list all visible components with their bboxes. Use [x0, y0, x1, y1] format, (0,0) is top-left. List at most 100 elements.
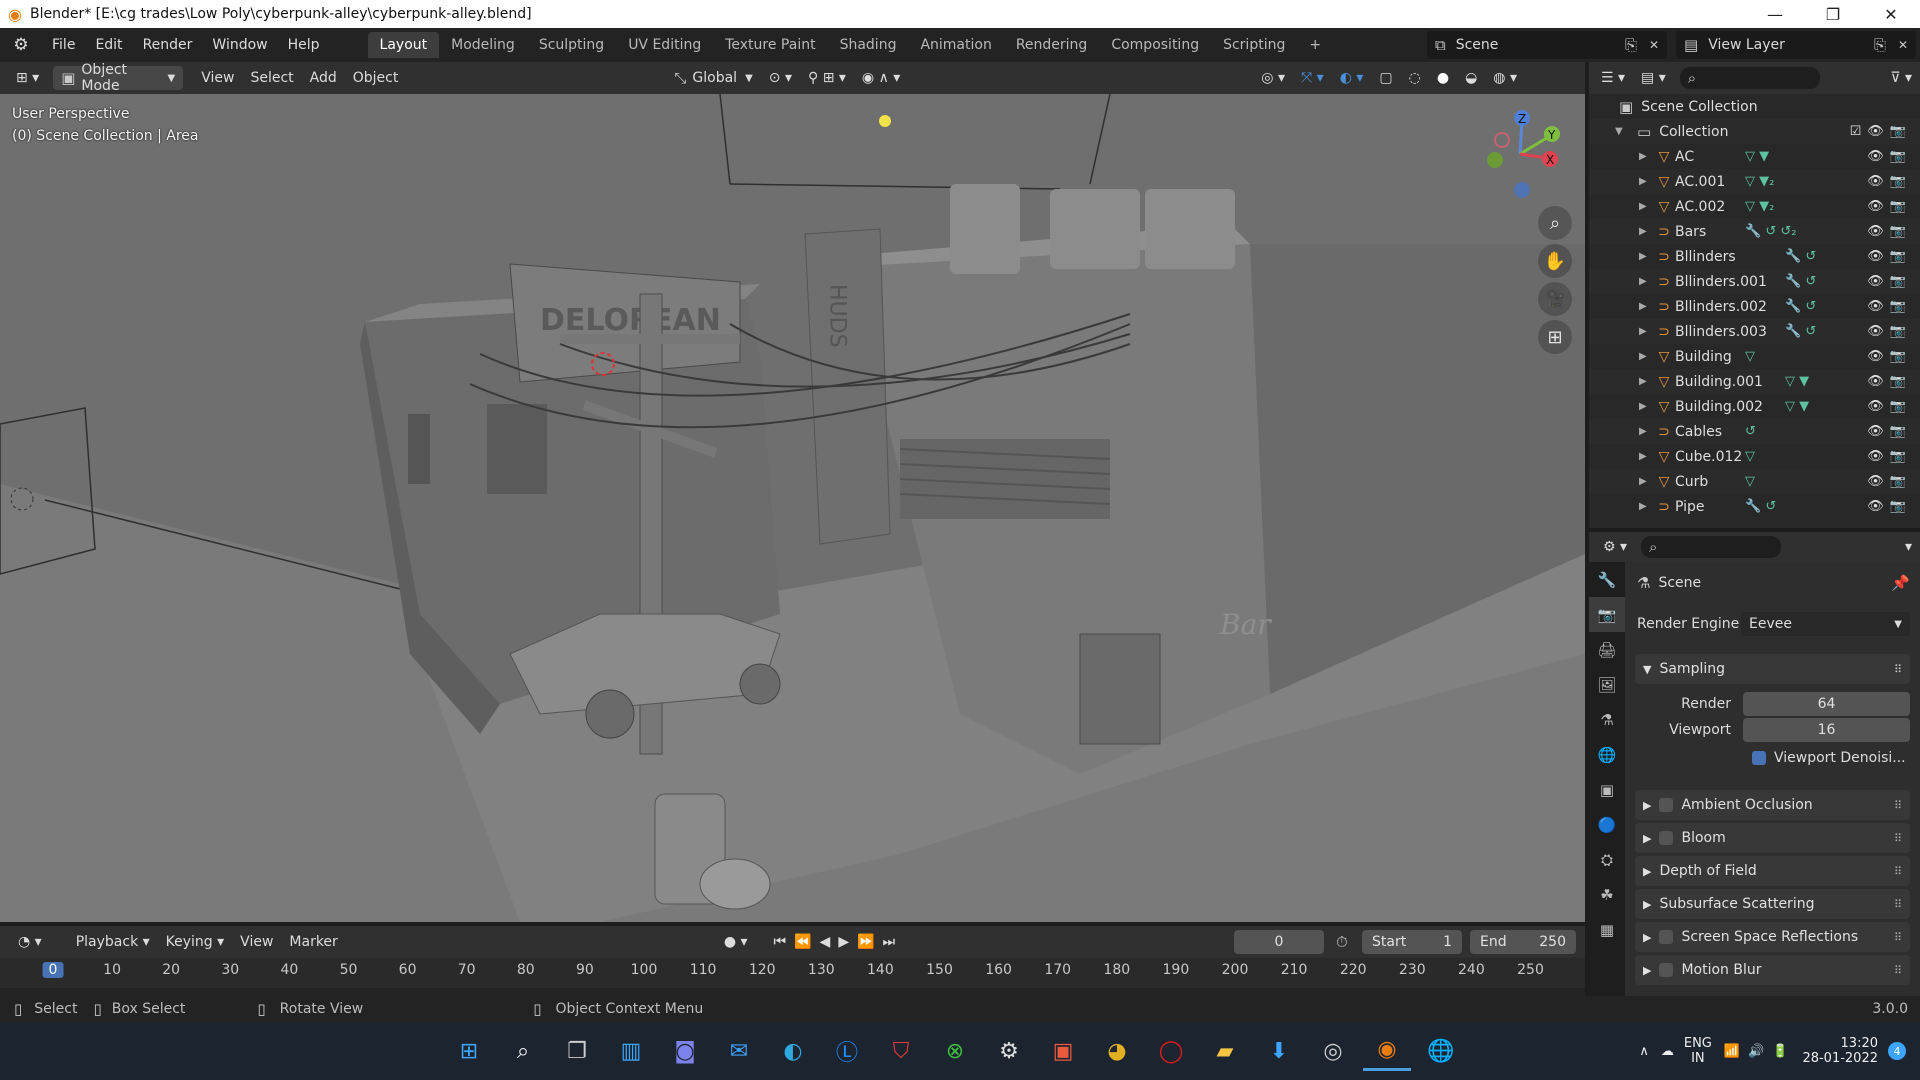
zoom-icon[interactable]: ⌕: [1538, 206, 1572, 240]
language-indicator[interactable]: ENG IN: [1684, 1036, 1712, 1066]
tab-animation[interactable]: Animation: [908, 32, 1003, 58]
tab-scripting[interactable]: Scripting: [1211, 32, 1297, 58]
tab-texture-paint[interactable]: Texture Paint: [713, 32, 827, 58]
viewport-denoise-checkbox[interactable]: [1752, 751, 1766, 765]
expand-icon[interactable]: ▶: [1639, 251, 1653, 262]
drag-handle-icon[interactable]: ⠿: [1894, 865, 1902, 878]
settings-icon[interactable]: ⚙: [985, 1031, 1033, 1071]
battery-icon[interactable]: 🔋: [1772, 1044, 1788, 1059]
tool-tab-icon[interactable]: 🔧: [1589, 562, 1625, 597]
pan-hand-icon[interactable]: ✋: [1538, 244, 1572, 278]
drag-handle-icon[interactable]: ⠿: [1894, 898, 1902, 911]
delete-view-layer-icon[interactable]: ✕: [1898, 38, 1908, 52]
outliner-item[interactable]: ▶ ⊃ Bllinders 🔧 ↺ 👁📷: [1589, 244, 1920, 269]
blender-menu-icon[interactable]: ⚙: [0, 35, 42, 55]
timeline-scrollbar[interactable]: [0, 988, 1585, 996]
clock[interactable]: 13:20 28-01-2022: [1802, 1036, 1878, 1066]
view-layer-selector[interactable]: ▤ View Layer ⎘ ✕: [1676, 31, 1916, 59]
downloader-icon[interactable]: ⬇: [1255, 1031, 1303, 1071]
solid-shading-icon[interactable]: ●: [1429, 66, 1457, 90]
render-engine-dropdown[interactable]: Eevee ▼: [1741, 612, 1910, 636]
pivot-point-icon[interactable]: ⊙ ▾: [761, 66, 800, 90]
object-tab-icon[interactable]: ▣: [1589, 772, 1625, 807]
playback-controls[interactable]: ⏮⏪◀▶⏩⏭: [766, 930, 912, 954]
scene-selector[interactable]: ⧉ Scene ⎘ ✕: [1427, 31, 1667, 59]
tab-sculpting[interactable]: Sculpting: [527, 32, 616, 58]
blender-taskbar-icon[interactable]: ◉: [1363, 1031, 1411, 1071]
outliner-item[interactable]: ▶ ▽ AC.001 ▽ ▼₂ 👁📷: [1589, 169, 1920, 194]
snap-icon[interactable]: ⚲ ⊞ ▾: [800, 66, 854, 90]
visibility-toggles[interactable]: 👁📷: [1867, 149, 1912, 164]
particles-tab-icon[interactable]: ⛭: [1589, 842, 1625, 877]
outliner[interactable]: ▣ Scene Collection ▼ ▭ Collection ☑👁📷 ▶ ▽…: [1589, 94, 1920, 528]
network-off-icon[interactable]: ☁: [1661, 1044, 1674, 1059]
property-panel-header[interactable]: ▶ Bloom ⠿: [1635, 823, 1910, 853]
drag-handle-icon[interactable]: ⠿: [1894, 931, 1902, 944]
sampling-panel-header[interactable]: ▼ Sampling ⠿: [1635, 654, 1910, 684]
modifier-tab-icon[interactable]: 🔵: [1589, 807, 1625, 842]
copy-view-layer-icon[interactable]: ⎘: [1874, 36, 1886, 54]
viewport-samples-field[interactable]: 16: [1743, 718, 1910, 742]
pin-icon[interactable]: 📌: [1891, 574, 1910, 592]
outliner-item[interactable]: ▶ ▽ AC.002 ▽ ▼₂ 👁📷: [1589, 194, 1920, 219]
outliner-item[interactable]: ▶ ▽ Curb ▽ 👁📷: [1589, 469, 1920, 494]
tray-overflow-icon[interactable]: ∧: [1639, 1044, 1649, 1059]
expand-icon[interactable]: ▶: [1639, 276, 1653, 287]
expand-icon[interactable]: ▶: [1639, 176, 1653, 187]
keying-menu[interactable]: Keying ▾: [158, 930, 233, 954]
menu-object[interactable]: Object: [345, 66, 407, 90]
drag-handle-icon[interactable]: ⠿: [1894, 663, 1902, 676]
minimize-button[interactable]: —: [1746, 0, 1804, 28]
property-panel-header[interactable]: ▶ Motion Blur ⠿: [1635, 955, 1910, 985]
stopwatch-icon[interactable]: ⏱: [1336, 933, 1348, 951]
collection-visibility[interactable]: ☑👁📷: [1850, 124, 1912, 139]
tab-layout[interactable]: Layout: [367, 32, 440, 58]
scene-collection-row[interactable]: ▣ Scene Collection: [1589, 94, 1920, 119]
current-frame-field[interactable]: 0: [1234, 930, 1324, 954]
start-frame-field[interactable]: Start 1: [1362, 930, 1462, 954]
tab-shading[interactable]: Shading: [828, 32, 909, 58]
playback-menu[interactable]: Playback ▾: [68, 930, 158, 954]
panel-enable-checkbox[interactable]: [1659, 930, 1674, 944]
end-frame-field[interactable]: End 250: [1470, 930, 1576, 954]
chrome-icon[interactable]: ◕: [1093, 1031, 1141, 1071]
menu-file[interactable]: File: [42, 37, 85, 53]
maximize-button[interactable]: ❐: [1804, 0, 1862, 28]
menu-select[interactable]: Select: [242, 66, 301, 90]
visibility-toggles[interactable]: 👁📷: [1867, 374, 1912, 389]
menu-add[interactable]: Add: [302, 66, 345, 90]
tab-uv-editing[interactable]: UV Editing: [616, 32, 713, 58]
disc-icon[interactable]: ◎: [1309, 1031, 1357, 1071]
outliner-item[interactable]: ▶ ⊃ Bllinders.001 🔧 ↺ 👁📷: [1589, 269, 1920, 294]
expand-icon[interactable]: ▶: [1639, 476, 1653, 487]
properties-editor-icon[interactable]: ⚙ ▾: [1595, 535, 1635, 559]
chevron-down-icon[interactable]: ▾: [1897, 535, 1920, 559]
timeline-editor-icon[interactable]: ◔ ▾: [10, 930, 50, 954]
output-tab-icon[interactable]: 🖨: [1589, 632, 1625, 667]
expand-icon[interactable]: ▶: [1639, 201, 1653, 212]
navigation-gizmo[interactable]: Z Y X: [1470, 104, 1570, 204]
tab-compositing[interactable]: Compositing: [1099, 32, 1211, 58]
editor-type-icon[interactable]: ⊞ ▾: [8, 66, 47, 90]
visibility-toggles[interactable]: 👁📷: [1867, 249, 1912, 264]
drag-handle-icon[interactable]: ⠿: [1894, 799, 1902, 812]
wireframe-shading-icon[interactable]: ◌: [1401, 66, 1429, 90]
property-panel-header[interactable]: ▶ Subsurface Scattering ⠿: [1635, 889, 1910, 919]
expand-icon[interactable]: ▶: [1639, 451, 1653, 462]
expand-icon[interactable]: ▼: [1615, 126, 1629, 137]
menu-render[interactable]: Render: [133, 37, 203, 53]
visibility-toggles[interactable]: 👁📷: [1867, 199, 1912, 214]
panel-enable-checkbox[interactable]: [1659, 831, 1674, 845]
scene-tab-icon[interactable]: ⚗: [1589, 702, 1625, 737]
physics-tab-icon[interactable]: ☘: [1589, 877, 1625, 912]
proportional-edit-icon[interactable]: ◉ ∧ ▾: [854, 66, 908, 90]
add-workspace-button[interactable]: +: [1297, 32, 1333, 58]
app-icon[interactable]: ▣: [1039, 1031, 1087, 1071]
visibility-toggles[interactable]: 👁📷: [1867, 324, 1912, 339]
outliner-item[interactable]: ▶ ▽ AC ▽ ▼ 👁📷: [1589, 144, 1920, 169]
xray-toggle-icon[interactable]: ▢: [1371, 66, 1400, 90]
camera-view-icon[interactable]: 🎥: [1538, 282, 1572, 316]
widgets-icon[interactable]: ▥: [607, 1031, 655, 1071]
menu-help[interactable]: Help: [278, 37, 330, 53]
visibility-toggles[interactable]: 👁📷: [1867, 399, 1912, 414]
